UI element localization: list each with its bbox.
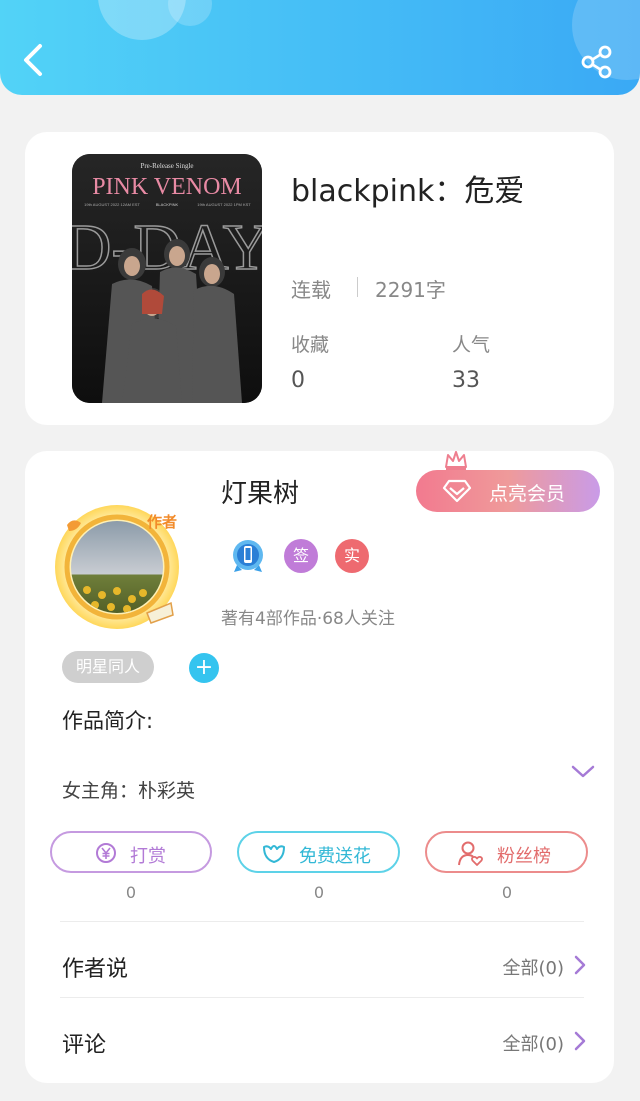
genre-tag[interactable]: 明星同人: [62, 651, 155, 683]
diamond-icon: [442, 479, 472, 508]
reward-button-label: 打赏: [130, 846, 166, 867]
cover-small-left: 19th AUGUST 2022 12AM EST: [84, 202, 140, 207]
yuan-coin-icon: [94, 841, 118, 870]
author-stats-text: 著有4部作品·68人关注: [221, 609, 395, 629]
popularity-value: 33: [452, 368, 480, 393]
activate-vip-button[interactable]: 点亮会员: [416, 470, 600, 512]
divider: [60, 921, 584, 922]
book-word-count: 2291字: [375, 278, 446, 302]
top-header: [0, 0, 640, 95]
back-arrow-icon[interactable]: [18, 42, 52, 78]
popularity-label: 人气: [452, 334, 491, 356]
author-avatar-label: 作者: [147, 513, 177, 531]
book-status: 连载: [291, 278, 331, 302]
chevron-down-icon[interactable]: [570, 761, 596, 785]
favorites-label: 收藏: [291, 334, 330, 356]
phone-verified-badge-icon: [231, 539, 265, 573]
cover-subtitle: Pre-Release Single: [140, 162, 193, 170]
synopsis-title: 作品简介:: [62, 709, 154, 733]
book-info-card: Pre-Release Single PINK VENOM 19th AUGUS…: [25, 132, 614, 425]
send-flower-button-label: 免费送花: [299, 846, 371, 867]
synopsis-text: 女主角：朴彩英: [62, 780, 196, 802]
fans-ranking-button-label: 粉丝榜: [497, 846, 551, 867]
favorites-value: 0: [291, 368, 305, 393]
reward-button[interactable]: 打赏: [50, 831, 212, 873]
user-heart-icon: [457, 841, 485, 872]
fans-count: 0: [501, 883, 513, 902]
divider: [357, 277, 358, 297]
vip-button-label: 点亮会员: [489, 483, 566, 505]
flower-icon: [261, 841, 287, 870]
divider: [60, 997, 584, 998]
cover-small-right: 19th AUGUST 2022 1PM KST: [197, 202, 251, 207]
cover-small-brand: BLACKPINK: [156, 202, 179, 207]
signed-author-badge: 签: [284, 539, 318, 573]
author-says-all-link[interactable]: 全部(0): [503, 954, 565, 980]
share-icon[interactable]: [580, 44, 616, 80]
chevron-right-icon[interactable]: [573, 954, 587, 980]
chevron-right-icon[interactable]: [573, 1030, 587, 1056]
author-avatar[interactable]: 作者: [47, 495, 187, 635]
fans-ranking-button[interactable]: 粉丝榜: [425, 831, 588, 873]
send-flower-button[interactable]: 免费送花: [237, 831, 400, 873]
cover-title-line1: PINK VENOM: [92, 174, 242, 200]
flower-count: 0: [313, 883, 325, 902]
author-says-title: 作者说: [62, 957, 129, 982]
comments-title: 评论: [62, 1033, 107, 1058]
book-title: blackpink：危爱: [291, 174, 525, 209]
author-info-card: 作者 灯果树 点亮会员 签 实 著有4部作品·68人关注 明星同人 + 作品简介…: [25, 451, 614, 1083]
comments-all-link[interactable]: 全部(0): [503, 1030, 565, 1056]
reward-count: 0: [125, 883, 137, 902]
add-tag-button[interactable]: +: [189, 653, 219, 683]
author-name[interactable]: 灯果树: [221, 473, 299, 510]
book-cover-image[interactable]: Pre-Release Single PINK VENOM 19th AUGUS…: [72, 154, 262, 403]
real-name-badge: 实: [335, 539, 369, 573]
